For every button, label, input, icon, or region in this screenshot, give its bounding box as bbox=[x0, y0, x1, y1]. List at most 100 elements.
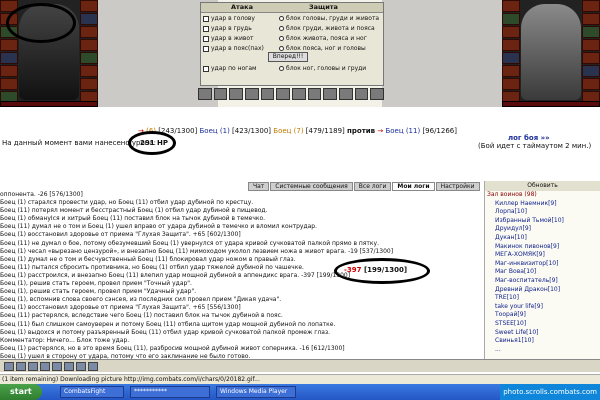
player-list-item[interactable]: take your life[9] bbox=[485, 303, 600, 312]
block-radio[interactable] bbox=[279, 16, 284, 21]
belt-slot[interactable] bbox=[0, 52, 18, 64]
log-line: Боец (1) восстановил здоровье от приема … bbox=[0, 231, 241, 239]
player-list-item[interactable]: Киллер Наемник[9] bbox=[485, 200, 600, 209]
armor-slot[interactable] bbox=[0, 39, 18, 51]
attack-checkbox[interactable] bbox=[203, 15, 209, 22]
log-line: Боец (1) старался провести удар, но Боец… bbox=[0, 199, 254, 207]
helmet-slot[interactable] bbox=[502, 0, 520, 12]
room-title: Зал воинов (98) bbox=[487, 191, 537, 198]
player-list-item[interactable]: Избранный Тьмой[10] bbox=[485, 217, 600, 226]
fighter-hp: [423/1300] bbox=[232, 127, 272, 135]
tab-system-messages[interactable]: Системные сообщения bbox=[270, 182, 353, 191]
skill-icon[interactable] bbox=[323, 88, 338, 100]
skill-icon[interactable] bbox=[198, 88, 212, 100]
skill-icon[interactable] bbox=[339, 88, 353, 100]
shield-slot[interactable] bbox=[582, 13, 600, 25]
skill-icon[interactable] bbox=[260, 88, 275, 100]
player-list-item[interactable]: Древний Дракон[10] bbox=[485, 286, 600, 295]
tab-settings[interactable]: Настройки bbox=[435, 182, 480, 191]
earring-slot[interactable] bbox=[80, 0, 98, 12]
toolbar-icon[interactable] bbox=[4, 361, 14, 371]
toolbar-icon[interactable] bbox=[64, 361, 74, 371]
annotation-oval-damage bbox=[128, 131, 176, 155]
player-right-figure bbox=[521, 4, 581, 100]
refresh-button[interactable]: Обновить bbox=[485, 181, 600, 191]
player-list-item[interactable]: Тоорай[9] bbox=[485, 311, 600, 320]
skill-icon[interactable] bbox=[213, 88, 228, 100]
skill-icon[interactable] bbox=[245, 88, 259, 100]
block-radio[interactable] bbox=[279, 46, 284, 51]
block-label: блок головы, груди и живота bbox=[286, 15, 380, 22]
opponent-name[interactable]: Боец (11) bbox=[385, 127, 420, 135]
taskbar-item[interactable]: Windows Media Player bbox=[216, 386, 296, 398]
start-button[interactable]: start bbox=[0, 384, 42, 400]
block-radio[interactable] bbox=[279, 36, 284, 41]
ring-slot[interactable] bbox=[0, 78, 18, 90]
taskbar-item[interactable]: *********** bbox=[130, 386, 210, 398]
attack-checkbox[interactable] bbox=[203, 35, 209, 42]
skill-icon[interactable] bbox=[354, 88, 369, 100]
player-list-item[interactable]: Маг-воспитатель[9] bbox=[485, 277, 600, 286]
cloak-slot[interactable] bbox=[80, 65, 98, 77]
player-list-item[interactable]: Свинья1[10] bbox=[485, 337, 600, 346]
tab-all-logs[interactable]: Все логи bbox=[353, 182, 392, 191]
amulet-slot[interactable] bbox=[502, 13, 520, 25]
log-line: Боец (1) растерялся, но в это время Боец… bbox=[0, 344, 345, 352]
ring-slot[interactable] bbox=[0, 65, 18, 77]
toolbar-icon[interactable] bbox=[16, 361, 26, 371]
player-list-item[interactable]: МЕГА-ХОМЯК[9] bbox=[485, 251, 600, 260]
fighter-name[interactable]: Боец (1) bbox=[200, 127, 230, 135]
attack-row: удар в грудь блок груди, живота и пояса bbox=[201, 25, 383, 34]
tab-my-logs[interactable]: Мои логи bbox=[392, 182, 435, 191]
pants-slot[interactable] bbox=[582, 39, 600, 51]
bracer-slot[interactable] bbox=[80, 26, 98, 38]
player-list-item[interactable]: Sweet Life[10] bbox=[485, 329, 600, 338]
player-list-item[interactable]: Друидул[9] bbox=[485, 225, 600, 234]
taskbar-item[interactable]: CombatsFight bbox=[60, 386, 124, 398]
battle-log-link[interactable]: лог боя »» bbox=[508, 134, 550, 142]
toolbar-icon[interactable] bbox=[28, 361, 38, 371]
ring-slot[interactable] bbox=[502, 65, 520, 77]
fighter-name[interactable]: Боец (7) bbox=[273, 127, 303, 135]
toolbar-icon[interactable] bbox=[52, 361, 62, 371]
toolbar-icon[interactable] bbox=[88, 361, 98, 371]
player-list-item[interactable]: Маг Вова[10] bbox=[485, 268, 600, 277]
weapon-slot[interactable] bbox=[502, 26, 520, 38]
ring-slot[interactable] bbox=[502, 78, 520, 90]
player-list-item[interactable]: Дукан[10] bbox=[485, 234, 600, 243]
tab-chat[interactable]: Чат bbox=[248, 182, 270, 191]
armor-slot[interactable] bbox=[502, 39, 520, 51]
go-button[interactable]: Вперед!!! bbox=[268, 52, 308, 62]
cloak-slot[interactable] bbox=[582, 65, 600, 77]
belt-slot[interactable] bbox=[502, 52, 520, 64]
player-list-item[interactable]: Маг-инквизитор[10] bbox=[485, 260, 600, 269]
shield-slot[interactable] bbox=[80, 13, 98, 25]
attack-checkbox[interactable] bbox=[203, 45, 209, 52]
player-list-item[interactable]: Лорпа[10] bbox=[485, 208, 600, 217]
toolbar-icon[interactable] bbox=[40, 361, 50, 371]
skill-icon[interactable] bbox=[370, 88, 385, 100]
log-line: оппонента. -26 [576/1300] bbox=[0, 191, 83, 198]
block-label: блок ног, головы и груди bbox=[286, 65, 367, 72]
skill-icon[interactable] bbox=[307, 88, 322, 100]
earring-slot[interactable] bbox=[582, 0, 600, 12]
toolbar-icon[interactable] bbox=[76, 361, 86, 371]
scroll-slot[interactable] bbox=[80, 78, 98, 90]
skill-icon[interactable] bbox=[229, 88, 244, 100]
player-list-item[interactable]: TRE[10] bbox=[485, 294, 600, 303]
player-list-item[interactable]: Макинок пивонов[9] bbox=[485, 243, 600, 252]
player-list-item[interactable]: STSEE[10] bbox=[485, 320, 600, 329]
player-list-item[interactable]: ... bbox=[485, 346, 600, 355]
attack-checkbox[interactable] bbox=[203, 65, 209, 72]
block-radio[interactable] bbox=[279, 26, 284, 31]
boots-slot[interactable] bbox=[80, 52, 98, 64]
pants-slot[interactable] bbox=[80, 39, 98, 51]
skill-icon[interactable] bbox=[292, 88, 306, 100]
skill-icon[interactable] bbox=[276, 88, 291, 100]
block-radio[interactable] bbox=[279, 66, 284, 71]
attack-checkbox[interactable] bbox=[203, 25, 209, 32]
scroll-slot[interactable] bbox=[582, 78, 600, 90]
boots-slot[interactable] bbox=[582, 52, 600, 64]
log-line: Боец (1) восстановил здоровье от приема … bbox=[0, 304, 241, 312]
bracer-slot[interactable] bbox=[582, 26, 600, 38]
